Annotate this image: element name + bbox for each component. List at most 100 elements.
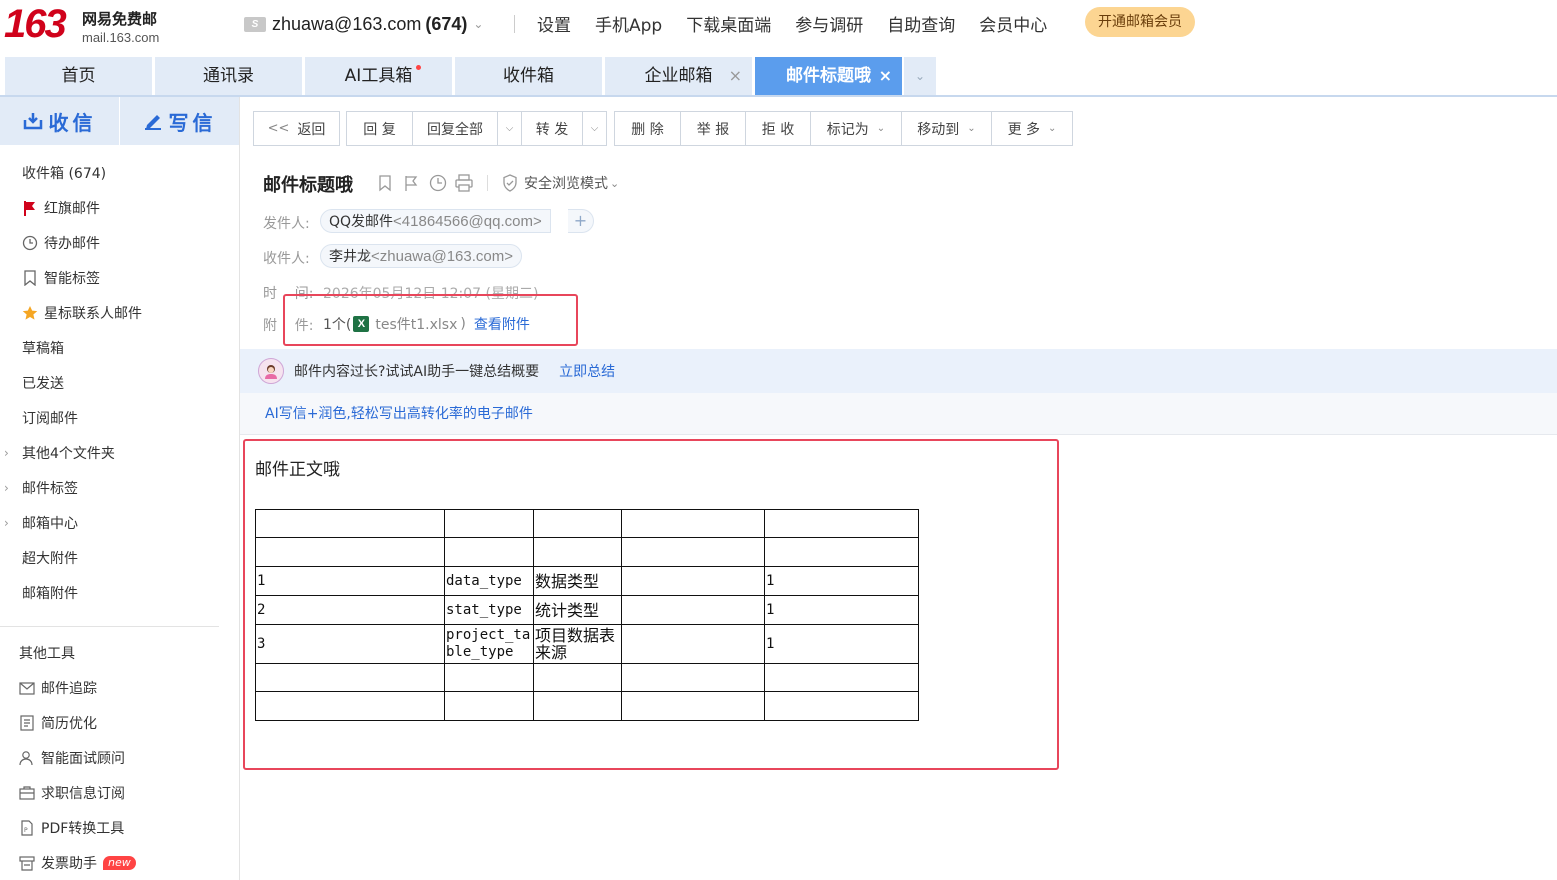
more-dropdown[interactable]: 更 多 ⌄ — [991, 111, 1073, 146]
back-label: 返回 — [297, 121, 326, 138]
safe-mode-label: 安全浏览模式 — [524, 176, 608, 192]
mark-as-dropdown[interactable]: 标记为 ⌄ — [810, 111, 902, 146]
table-cell: 1 — [764, 595, 919, 625]
close-icon[interactable]: × — [879, 57, 892, 95]
table-cell: stat_type — [444, 595, 534, 625]
sidebar-item-label: 邮箱中心 — [22, 516, 78, 532]
chevron-down-icon: ⌄ — [967, 123, 976, 134]
svg-text:P: P — [24, 827, 28, 834]
tool-interview-advisor[interactable]: 智能面试顾问 — [19, 743, 249, 773]
tab-home[interactable]: 首页 — [5, 57, 152, 95]
tab-current-mail[interactable]: 邮件标题哦 × — [755, 57, 902, 95]
reply-all-button[interactable]: 回复全部 — [412, 111, 498, 146]
chevron-down-icon: ⌄ — [914, 69, 926, 83]
account-menu[interactable]: S zhuawa@163.com (674) ⌄ — [244, 12, 483, 36]
tool-invoice-assistant[interactable]: 发票助手 new — [19, 848, 249, 878]
table-cell: 1 — [255, 566, 445, 596]
sidebar-item-large-attachments[interactable]: 超大附件 — [22, 543, 252, 573]
add-contact-button[interactable]: + — [568, 209, 594, 233]
plus-icon: + — [573, 211, 588, 230]
delete-label: 删 除 — [631, 121, 664, 138]
table-row: 3 project_table_type 项目数据表来源 1 — [255, 624, 919, 664]
logo-url: mail.163.com — [82, 30, 160, 45]
reply-more-dropdown[interactable]: ⌵ — [497, 111, 522, 146]
safe-browse-mode[interactable]: 安全浏览模式 ⌄ — [487, 173, 619, 193]
print-icon[interactable] — [455, 174, 473, 192]
sidebar-item-sent[interactable]: 已发送 — [22, 368, 252, 398]
chevron-right-icon[interactable]: › — [4, 481, 9, 495]
double-chevron-left-icon: << — [267, 121, 290, 136]
sidebar-item-other-folders[interactable]: › 其他4个文件夹 — [0, 438, 230, 468]
mail-body-table: 1 data_type 数据类型 1 2 stat_type 统计类型 1 3 project… — [255, 509, 919, 721]
sidebar-item-starred-contacts[interactable]: 星标联系人邮件 — [22, 298, 252, 328]
resume-icon — [19, 715, 35, 731]
report-button[interactable]: 举 报 — [680, 111, 746, 146]
table-cell — [444, 663, 534, 692]
flag-icon[interactable] — [403, 174, 421, 192]
compose-button[interactable]: 写信 — [119, 97, 239, 145]
mail-body-text: 邮件正文哦 — [255, 460, 340, 480]
nav-download-desktop[interactable]: 下载桌面端 — [686, 11, 771, 36]
tab-contacts[interactable]: 通讯录 — [155, 57, 302, 95]
receive-button[interactable]: 收信 — [0, 97, 119, 145]
tab-ai-toolbox[interactable]: AI工具箱 — [305, 57, 452, 95]
chevron-right-icon[interactable]: › — [4, 446, 9, 460]
sidebar-item-inbox[interactable]: 收件箱 (674) — [22, 158, 252, 188]
tab-enterprise-mail[interactable]: 企业邮箱 × — [605, 57, 752, 95]
mail-track-icon — [19, 680, 35, 696]
sidebar-item-todo[interactable]: 待办邮件 — [22, 228, 252, 258]
notification-dot — [416, 65, 421, 70]
open-vip-button[interactable]: 开通邮箱会员 — [1085, 7, 1195, 37]
sidebar-item-red-flag[interactable]: 红旗邮件 — [22, 193, 252, 223]
back-button[interactable]: << 返回 — [253, 111, 340, 146]
table-cell — [533, 663, 622, 692]
sidebar-item-smart-tags[interactable]: 智能标签 — [22, 263, 252, 293]
table-cell — [621, 566, 765, 596]
sidebar-item-mailbox-center[interactable]: › 邮箱中心 — [0, 508, 230, 538]
move-to-dropdown[interactable]: 移动到 ⌄ — [901, 111, 992, 146]
close-icon[interactable]: × — [729, 57, 742, 95]
subject-actions — [377, 174, 473, 192]
bookmark-icon — [22, 270, 38, 286]
tab-inbox[interactable]: 收件箱 — [455, 57, 602, 95]
sidebar-item-mail-attachments[interactable]: 邮箱附件 — [22, 578, 252, 608]
pen-icon — [144, 115, 161, 130]
table-cell — [533, 509, 622, 538]
nav-settings[interactable]: 设置 — [537, 11, 571, 36]
ai-write-link[interactable]: AI写信+润色,轻松写出高转化率的电子邮件 — [265, 406, 533, 422]
tool-pdf-convert[interactable]: P PDF转换工具 — [19, 813, 249, 843]
highlight-box — [283, 294, 578, 346]
chevron-right-icon[interactable]: › — [4, 516, 9, 530]
delete-button[interactable]: 删 除 — [614, 111, 681, 146]
bookmark-icon[interactable] — [377, 174, 395, 192]
reply-button[interactable]: 回 复 — [346, 111, 413, 146]
recipient-address: <zhuawa@163.com> — [371, 247, 513, 265]
interview-icon — [19, 750, 35, 766]
ai-write-banner[interactable]: AI写信+润色,轻松写出高转化率的电子邮件 — [240, 393, 1557, 435]
tool-resume-optimize[interactable]: 简历优化 — [19, 708, 249, 738]
nav-mobile-app[interactable]: 手机App — [595, 11, 662, 36]
tool-mail-tracking[interactable]: 邮件追踪 — [19, 673, 249, 703]
tab-more-dropdown[interactable]: ⌄ — [904, 57, 936, 95]
table-cell: 2 — [255, 595, 445, 625]
reject-button[interactable]: 拒 收 — [745, 111, 811, 146]
top-nav: 设置 手机App 下载桌面端 参与调研 自助查询 会员中心 — [537, 11, 1047, 36]
table-cell — [533, 691, 622, 721]
clock-icon[interactable] — [429, 174, 447, 192]
forward-more-dropdown[interactable]: ⌵ — [582, 111, 607, 146]
sidebar-item-mail-tags[interactable]: › 邮件标签 — [0, 473, 230, 503]
nav-survey[interactable]: 参与调研 — [795, 11, 863, 36]
nav-self-service[interactable]: 自助查询 — [887, 11, 955, 36]
table-cell — [764, 509, 919, 538]
ai-summary-banner: 邮件内容过长?试试AI助手一键总结概要 立即总结 — [240, 349, 1557, 393]
tool-job-subscription[interactable]: 求职信息订阅 — [19, 778, 249, 808]
logo-text: 网易免费邮 — [82, 10, 158, 28]
nav-member-center[interactable]: 会员中心 — [979, 11, 1047, 36]
sidebar-item-subscriptions[interactable]: 订阅邮件 — [22, 403, 252, 433]
forward-button[interactable]: 转 发 — [521, 111, 583, 146]
table-cell — [255, 509, 445, 538]
sidebar-item-drafts[interactable]: 草稿箱 — [22, 333, 252, 363]
recipient-chip[interactable]: 李井龙 <zhuawa@163.com> — [320, 244, 522, 268]
sender-chip[interactable]: QQ发邮件 <41864566@qq.com> — [320, 209, 551, 233]
summarize-now-link[interactable]: 立即总结 — [559, 361, 615, 381]
